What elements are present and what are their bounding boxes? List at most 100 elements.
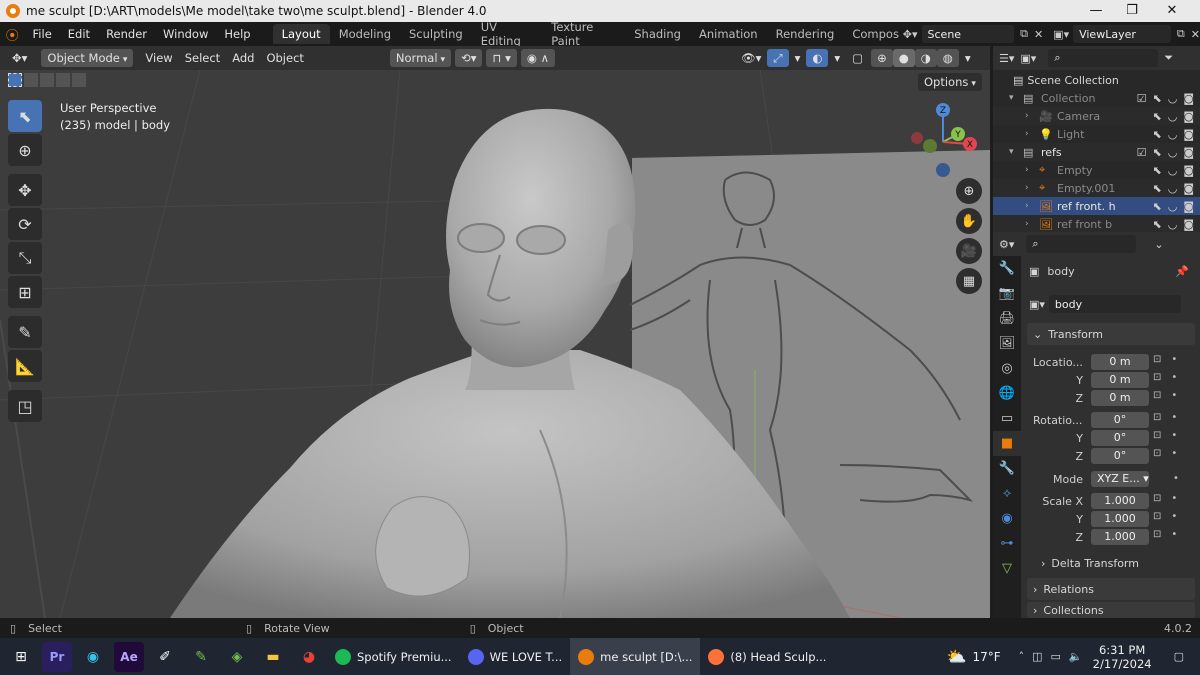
- world-tab-icon[interactable]: 🌐: [993, 381, 1021, 406]
- chevron-right-icon[interactable]: ›: [1025, 129, 1029, 139]
- taskbar-app-blender[interactable]: me sculpt [D:\...: [570, 638, 701, 675]
- lock-icon[interactable]: ⊡: [1153, 529, 1161, 540]
- menu-edit[interactable]: Edit: [60, 27, 98, 41]
- scale-x-field[interactable]: 1.000: [1091, 493, 1149, 509]
- visibility-icon[interactable]: ◡: [1168, 128, 1178, 141]
- keyframe-dot-icon[interactable]: •: [1171, 529, 1177, 540]
- select-arrow-icon[interactable]: ⬉: [1152, 128, 1161, 141]
- premiere-pro-icon[interactable]: Pr: [42, 641, 72, 672]
- clip-studio-icon[interactable]: ✐: [150, 642, 180, 672]
- outliner-row[interactable]: › 💡 Light ⬉ ◡ ◙: [993, 125, 1200, 143]
- keyframe-dot-icon[interactable]: •: [1171, 430, 1177, 441]
- keyframe-dot-icon[interactable]: •: [1171, 372, 1177, 383]
- rendered-shading-icon[interactable]: ◍: [936, 49, 959, 67]
- particles-tab-icon[interactable]: ⟡: [993, 481, 1021, 506]
- select-difference-icon[interactable]: [56, 73, 70, 87]
- weather-temp[interactable]: 17°F: [972, 650, 1000, 664]
- constraints-tab-icon[interactable]: ⊶: [993, 531, 1021, 556]
- lock-icon[interactable]: ⊡: [1153, 372, 1161, 383]
- outliner-row-scene-collection[interactable]: ▤ Scene Collection: [993, 71, 1200, 89]
- lock-icon[interactable]: ⊡: [1153, 412, 1161, 423]
- object-data-field[interactable]: body: [1048, 295, 1181, 313]
- object-data-icon[interactable]: ▣▾: [1029, 298, 1045, 311]
- chevron-up-icon[interactable]: ˄: [1019, 650, 1025, 663]
- blender-menu-icon[interactable]: ⦿: [0, 25, 25, 44]
- filter-icon[interactable]: ⏷: [1164, 51, 1173, 65]
- outliner-row[interactable]: › 🖼 ref front. h ⬉ ◡ ◙: [993, 197, 1200, 215]
- lock-icon[interactable]: ⊡: [1153, 430, 1161, 441]
- pivot-icon[interactable]: ⟲▾: [455, 49, 483, 67]
- chevron-right-icon[interactable]: ›: [1025, 219, 1029, 229]
- gizmo-icon[interactable]: ⤢: [767, 49, 789, 67]
- minimize-button[interactable]: —: [1078, 0, 1114, 22]
- rotation-z-field[interactable]: 0°: [1091, 448, 1149, 464]
- material-shading-icon[interactable]: ◑: [914, 49, 937, 67]
- transform-tool-icon[interactable]: ⊞: [8, 276, 42, 308]
- keyframe-dot-icon[interactable]: •: [1171, 448, 1177, 459]
- chevron-right-icon[interactable]: ›: [1025, 201, 1029, 211]
- modifier-tab-icon[interactable]: 🔧: [993, 456, 1021, 481]
- new-view-layer-icon[interactable]: ⧉: [1177, 27, 1185, 41]
- network-icon[interactable]: ▭: [1051, 650, 1061, 663]
- chevron-right-icon[interactable]: ›: [1025, 183, 1029, 193]
- scene-selector-icon[interactable]: ✥▾: [903, 28, 918, 41]
- output-tab-icon[interactable]: 🖨: [993, 306, 1021, 331]
- keyframe-dot-icon[interactable]: •: [1171, 354, 1177, 365]
- render-icon[interactable]: ◙: [1183, 164, 1194, 177]
- menu-view[interactable]: View: [139, 49, 178, 67]
- rotation-mode-dropdown[interactable]: XYZ E... ▾: [1091, 471, 1149, 487]
- checkbox-icon[interactable]: ☑: [1137, 92, 1147, 105]
- add-cube-tool-icon[interactable]: ◳: [8, 390, 42, 422]
- rotation-x-field[interactable]: 0°: [1091, 412, 1149, 428]
- editor-type-icon[interactable]: ✥▾: [6, 49, 33, 67]
- render-icon[interactable]: ◙: [1183, 146, 1194, 159]
- object-tab-icon[interactable]: ■: [993, 431, 1021, 456]
- tab-compositing[interactable]: Compositing: [843, 24, 898, 44]
- tab-modeling[interactable]: Modeling: [330, 24, 400, 44]
- visibility-icon[interactable]: ◡: [1168, 92, 1178, 105]
- lock-icon[interactable]: ⊡: [1153, 448, 1161, 459]
- options-dropdown[interactable]: Options: [918, 73, 982, 91]
- chevron-right-icon[interactable]: ›: [1025, 165, 1029, 175]
- close-button[interactable]: ✕: [1154, 0, 1190, 22]
- render-icon[interactable]: ◙: [1183, 218, 1194, 231]
- pan-hand-icon[interactable]: ✋: [956, 208, 982, 234]
- rotate-tool-icon[interactable]: ⟳: [8, 208, 42, 240]
- select-arrow-icon[interactable]: ⬉: [1152, 146, 1161, 159]
- tab-animation[interactable]: Animation: [690, 24, 767, 44]
- visibility-icon[interactable]: ◡: [1168, 110, 1178, 123]
- render-icon[interactable]: ◙: [1183, 92, 1194, 105]
- shading-dropdown-icon[interactable]: ▾: [959, 49, 977, 67]
- view-layer-icon[interactable]: ▣▾: [1053, 28, 1069, 41]
- properties-search-input[interactable]: ⌕: [1026, 235, 1137, 253]
- menu-help[interactable]: Help: [216, 27, 258, 41]
- keyframe-dot-icon[interactable]: •: [1171, 390, 1177, 401]
- tab-layout[interactable]: Layout: [272, 24, 330, 44]
- location-z-field[interactable]: 0 m: [1091, 390, 1149, 406]
- select-arrow-icon[interactable]: ⬉: [1152, 218, 1161, 231]
- display-mode-icon[interactable]: ▣▾: [1020, 52, 1036, 65]
- orientation-dropdown[interactable]: Normal: [389, 49, 452, 67]
- taskbar-app-spotify[interactable]: Spotify Premiu...: [327, 638, 460, 675]
- solid-shading-icon[interactable]: ●: [892, 49, 915, 67]
- 3d-viewport[interactable]: User Perspective (235) model | body Opti…: [0, 70, 990, 618]
- visibility-icon[interactable]: ◡: [1168, 200, 1178, 213]
- view-layer-tab-icon[interactable]: 🖼: [993, 331, 1021, 356]
- outliner-row[interactable]: › 🖼 ref front b ⬉ ◡ ◙: [993, 215, 1200, 233]
- cursor-tool-icon[interactable]: ⊕: [8, 134, 42, 166]
- zoom-icon[interactable]: ⊕: [956, 178, 982, 204]
- navigation-gizmo[interactable]: Z Y X: [903, 100, 983, 180]
- view-layer-field[interactable]: ViewLayer: [1073, 25, 1171, 43]
- perspective-grid-icon[interactable]: ▦: [956, 268, 982, 294]
- taskbar-app-discord[interactable]: WE LOVE T...: [460, 638, 571, 675]
- menu-file[interactable]: File: [25, 27, 60, 41]
- menu-render[interactable]: Render: [98, 27, 155, 41]
- scale-tool-icon[interactable]: ⤡: [8, 242, 42, 274]
- keyframe-dot-icon[interactable]: •: [1171, 511, 1177, 522]
- lock-icon[interactable]: ⊡: [1153, 354, 1161, 365]
- gizmo-dropdown-icon[interactable]: ▾: [789, 49, 807, 67]
- tab-shading[interactable]: Shading: [625, 24, 690, 44]
- rotation-y-field[interactable]: 0°: [1091, 430, 1149, 446]
- physics-tab-icon[interactable]: ◉: [993, 506, 1021, 531]
- game-app-icon[interactable]: ◈: [222, 642, 252, 672]
